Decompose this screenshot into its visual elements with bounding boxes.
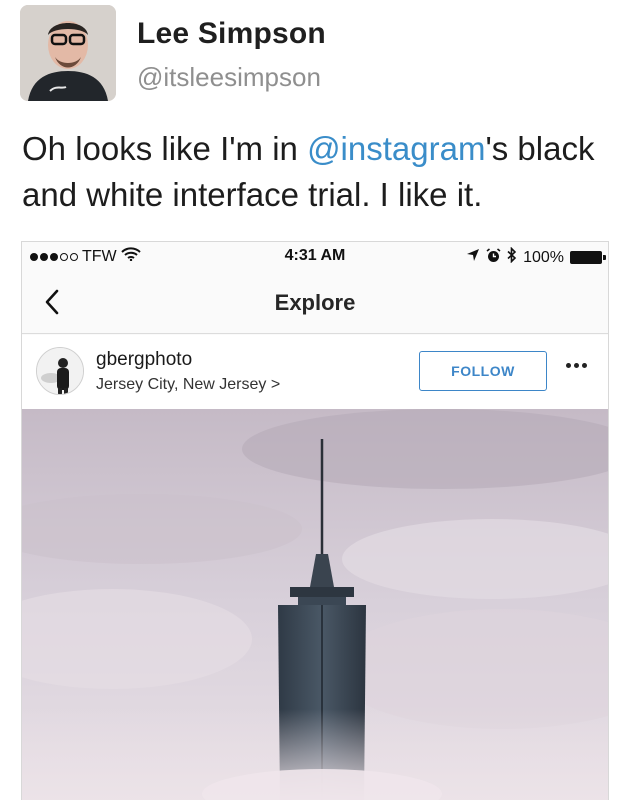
status-bar: TFW 4:31 AM 100% <box>22 242 608 272</box>
post-author-avatar[interactable] <box>36 347 84 395</box>
more-dots-icon[interactable] <box>566 363 587 368</box>
page-title: Explore <box>274 290 356 315</box>
location-arrow-icon <box>466 248 480 267</box>
tweet-author-name[interactable]: Lee Simpson <box>137 17 326 51</box>
navigation-bar: Explore <box>22 272 608 334</box>
post-location[interactable]: Jersey City, New Jersey > <box>96 376 280 394</box>
post-header: gbergphoto Jersey City, New Jersey > FOL… <box>22 335 608 409</box>
post-username[interactable]: gbergphoto <box>96 349 192 371</box>
alarm-icon <box>486 247 501 268</box>
avatar-image <box>20 5 116 101</box>
follow-button[interactable]: FOLLOW <box>419 351 547 391</box>
tweet-author-handle[interactable]: @itsleesimpson <box>137 62 321 93</box>
tweet-author-avatar[interactable] <box>20 5 116 101</box>
embedded-screenshot[interactable]: TFW 4:31 AM 100% Explore gbergphoto Jers… <box>21 241 609 800</box>
chevron-right-icon: > <box>270 376 281 393</box>
bluetooth-icon <box>507 246 517 268</box>
post-location-text: Jersey City, New Jersey <box>96 376 267 393</box>
tweet-text-start: Oh looks like I'm in <box>22 130 308 167</box>
tweet-mention-link[interactable]: @instagram <box>307 130 485 167</box>
skyscraper-photo <box>22 409 608 800</box>
post-photo[interactable] <box>22 409 608 800</box>
tweet-text: Oh looks like I'm in @instagram's black … <box>22 126 622 218</box>
battery-percent: 100% <box>523 248 564 266</box>
battery-icon <box>570 251 606 264</box>
